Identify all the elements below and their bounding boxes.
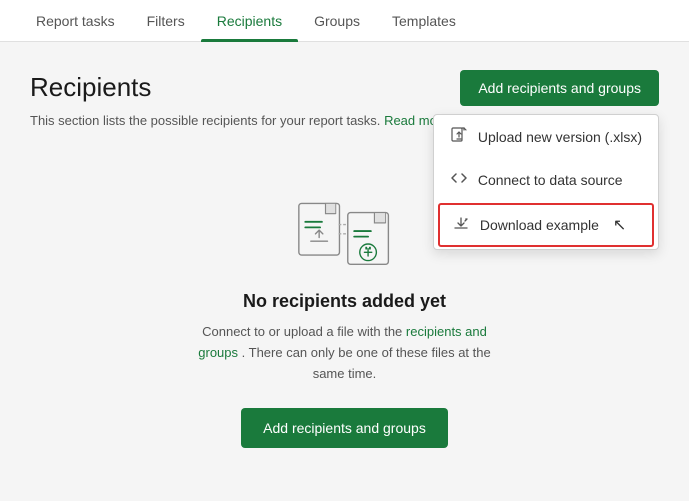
empty-state-title: No recipients added yet	[243, 291, 446, 312]
dropdown-download-item[interactable]: Download example ↖	[438, 203, 654, 247]
top-navigation: Report tasks Filters Recipients Groups T…	[0, 0, 689, 42]
add-recipients-center-button[interactable]: Add recipients and groups	[241, 408, 448, 448]
dropdown-upload-item[interactable]: Upload new version (.xlsx)	[434, 115, 658, 158]
download-label: Download example	[480, 217, 599, 233]
download-example-icon	[452, 216, 470, 235]
tab-templates[interactable]: Templates	[376, 0, 472, 42]
empty-illustration	[285, 188, 405, 291]
tab-report-tasks[interactable]: Report tasks	[20, 0, 131, 42]
header-right: Add recipients and groups Upload new ver…	[460, 70, 659, 106]
tab-filters[interactable]: Filters	[131, 0, 201, 42]
upload-icon	[450, 127, 468, 146]
tab-recipients[interactable]: Recipients	[201, 0, 298, 42]
tab-groups[interactable]: Groups	[298, 0, 376, 42]
empty-state-description: Connect to or upload a file with the rec…	[190, 322, 500, 384]
upload-label: Upload new version (.xlsx)	[478, 129, 642, 145]
dropdown-menu: Upload new version (.xlsx) Connect to da…	[433, 114, 659, 250]
add-recipients-button[interactable]: Add recipients and groups	[460, 70, 659, 106]
code-icon	[450, 170, 468, 189]
cursor-icon: ↖	[613, 215, 626, 235]
main-content: Recipients This section lists the possib…	[0, 42, 689, 501]
dropdown-connect-item[interactable]: Connect to data source	[434, 158, 658, 201]
connect-label: Connect to data source	[478, 172, 623, 188]
